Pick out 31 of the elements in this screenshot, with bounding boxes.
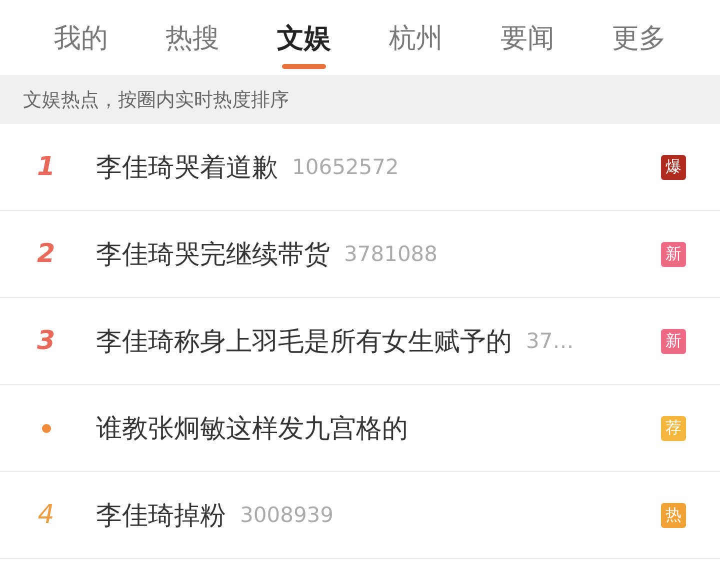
heat-count: 37… [526, 329, 574, 353]
tab[interactable]: 更多 [606, 0, 672, 75]
list-item[interactable]: 1 李佳琦哭着道歉 10652572 爆 [0, 124, 720, 211]
rank-number: 4 [38, 500, 54, 530]
tag: 新 [661, 328, 686, 354]
tag: 爆 [661, 154, 686, 180]
heat-count: 3781088 [344, 242, 438, 266]
tab[interactable]: 杭州 [382, 0, 449, 75]
tab[interactable]: 要闻 [494, 0, 560, 75]
list-item[interactable]: 4 李佳琦掉粉 3008939 热 [0, 472, 720, 559]
topic-title: 李佳琦哭着道歉 [96, 152, 278, 184]
tag: 热 [661, 502, 686, 528]
tag: 荐 [661, 416, 686, 440]
rank-number: 1 [36, 152, 56, 182]
subtitle: 文娱热点，按圈内实时热度排序 [23, 88, 289, 112]
tab[interactable]: 文娱 [271, 0, 338, 75]
rank-number: 2 [36, 239, 56, 269]
list-item[interactable]: 2 李佳琦哭完继续带货 3781088 新 [0, 211, 720, 298]
topic-title: 李佳琦掉粉 [96, 500, 226, 532]
tag: 新 [661, 242, 686, 266]
topic-title: 李佳琦称身上羽毛是所有女生赋予的 [96, 326, 512, 358]
heat-count: 3008939 [240, 503, 334, 527]
heat-count: 10652572 [292, 155, 399, 179]
tab[interactable]: 我的 [48, 0, 114, 75]
list-item[interactable]: 谁教张炯敏这样发九宫格的 荐 [0, 385, 720, 472]
rank-number: 3 [36, 326, 56, 356]
tab-indicator [282, 64, 326, 69]
topic-title: 谁教张炯敏这样发九宫格的 [96, 412, 408, 446]
list-item[interactable]: 3 李佳琦称身上羽毛是所有女生赋予的 37… 新 [0, 298, 720, 385]
tab[interactable]: 热搜 [159, 0, 226, 75]
topic-title: 李佳琦哭完继续带货 [96, 238, 330, 272]
